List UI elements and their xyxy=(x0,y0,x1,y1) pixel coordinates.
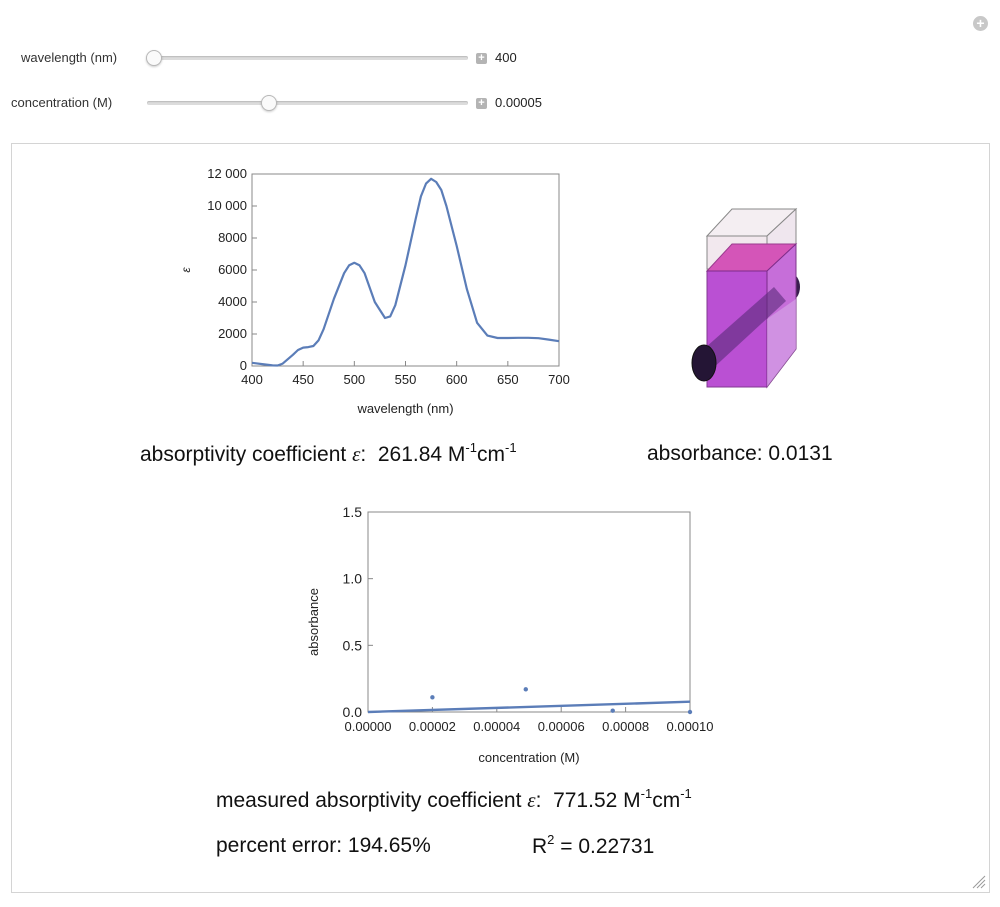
x-tick-label: 600 xyxy=(446,372,468,387)
wavelength-label: wavelength (nm) xyxy=(21,50,118,65)
spectrum-chart: 400 450 500 550 600 650 700 0 2000 4000 6000 8000 10… xyxy=(179,166,570,416)
absorbance-readout: absorbance: 0.0131 xyxy=(647,442,833,465)
x-tick-label: 0.00006 xyxy=(538,719,585,734)
data-point xyxy=(610,708,615,713)
x-tick-label: 0.00002 xyxy=(409,719,456,734)
data-point xyxy=(430,695,435,700)
x-axis-label: concentration (M) xyxy=(478,750,579,765)
concentration-slider-track[interactable] xyxy=(147,101,468,105)
y-tick-label: 8000 xyxy=(218,230,247,245)
data-point xyxy=(687,709,693,715)
x-axis-label: wavelength (nm) xyxy=(356,401,453,416)
y-axis-label: ε xyxy=(179,267,193,273)
concentration-expand-icon[interactable]: + xyxy=(476,98,487,109)
measured-value: 771.52 M xyxy=(553,789,641,812)
concentration-slider-thumb[interactable] xyxy=(261,95,277,111)
x-tick-label: 0.00000 xyxy=(345,719,392,734)
percent-error-readout: percent error: 194.65% xyxy=(216,834,431,857)
x-tick-label: 0.00008 xyxy=(602,719,649,734)
controls-panel: + wavelength (nm) + 400 concentration (M… xyxy=(0,0,1000,140)
x-tick-label: 0.00004 xyxy=(473,719,520,734)
x-tick-label: 650 xyxy=(497,372,519,387)
x-tick-label: 550 xyxy=(395,372,417,387)
output-panel: 400 450 500 550 600 650 700 0 2000 4000 6000 8000 10… xyxy=(11,143,990,893)
absorptivity-value: 261.84 M xyxy=(377,443,466,466)
wavelength-slider-thumb[interactable] xyxy=(146,50,162,66)
calibration-plot-frame xyxy=(367,511,691,713)
y-tick-label: 10 000 xyxy=(207,198,247,213)
spectrum-series-line xyxy=(251,177,560,367)
y-tick-label: 2000 xyxy=(218,326,247,341)
wavelength-expand-icon[interactable]: + xyxy=(476,53,487,64)
wavelength-slider-track[interactable] xyxy=(147,56,468,60)
data-point xyxy=(523,687,528,692)
resize-grip-icon[interactable] xyxy=(967,870,987,890)
y-tick-label: 12 000 xyxy=(207,166,247,181)
wavelength-control: wavelength (nm) + 400 xyxy=(0,47,600,69)
y-tick-label: 1.5 xyxy=(343,504,363,520)
measured-epsilon-symbol: ε xyxy=(527,788,536,812)
measured-absorptivity-readout: measured absorptivity coefficient ε: 771… xyxy=(216,786,692,812)
wavelength-value: 400 xyxy=(495,50,517,65)
fit-line xyxy=(367,700,691,714)
x-tick-label: 450 xyxy=(292,372,314,387)
y-tick-label: 0.5 xyxy=(343,637,363,653)
r-squared-readout: R2 = 0.22731 xyxy=(532,832,655,858)
cuvette-illustration xyxy=(691,207,800,389)
x-tick-label: 700 xyxy=(548,372,570,387)
y-tick-label: 0.0 xyxy=(343,704,363,720)
y-axis-label: absorbance xyxy=(306,588,321,656)
y-tick-label: 4000 xyxy=(218,294,247,309)
absorptivity-readout: absorptivity coefficient ε: 261.84 M-1cm… xyxy=(140,440,517,466)
x-tick-label: 500 xyxy=(343,372,365,387)
measured-label: measured absorptivity coefficient xyxy=(216,789,522,812)
x-tick-label: 0.00010 xyxy=(667,719,714,734)
x-tick-label: 400 xyxy=(241,372,263,387)
y-tick-label: 1.0 xyxy=(343,571,363,587)
concentration-label: concentration (M) xyxy=(11,95,113,110)
epsilon-symbol: ε xyxy=(352,442,361,466)
y-tick-label: 6000 xyxy=(218,262,247,277)
absorptivity-label: absorptivity coefficient xyxy=(140,443,347,466)
add-icon[interactable]: + xyxy=(973,16,988,31)
y-tick-label: 0 xyxy=(240,358,247,373)
concentration-control: concentration (M) + 0.00005 xyxy=(0,92,600,114)
calibration-chart: 0.00000 0.00002 0.00004 0.00006 0.00008 0.000… xyxy=(306,504,714,765)
concentration-value: 0.00005 xyxy=(495,95,542,110)
